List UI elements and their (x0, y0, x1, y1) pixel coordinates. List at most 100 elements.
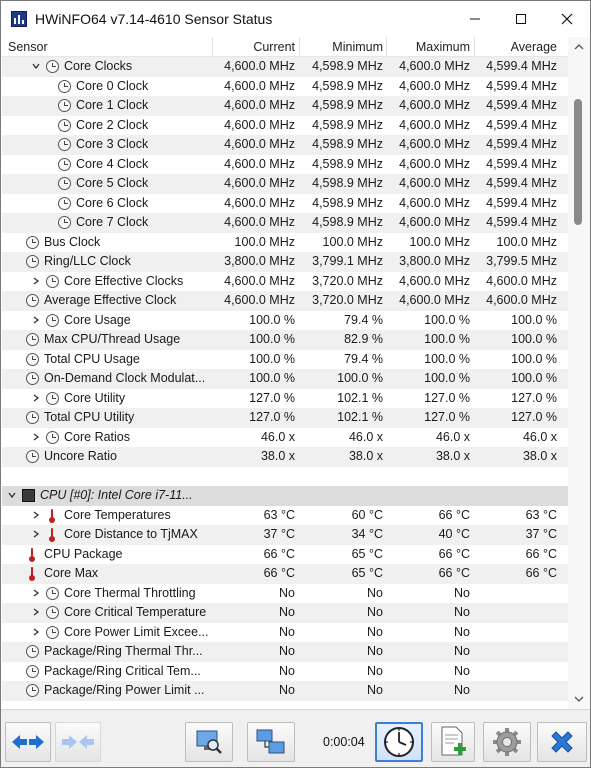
value-average: 4,599.4 MHz (486, 215, 557, 229)
table-row[interactable]: Package/Ring Critical Tem... No No No (2, 662, 568, 682)
column-header-average[interactable]: Average (476, 40, 557, 54)
nav-disabled-button[interactable] (55, 722, 101, 762)
value-average: 66 °C (525, 566, 557, 580)
value-current: No (279, 624, 295, 639)
nav-back-forward-button[interactable] (5, 722, 51, 762)
chevron-right-icon[interactable] (32, 530, 40, 538)
value-current: 66 °C (263, 566, 295, 580)
value-average: 4,599.4 MHz (486, 137, 557, 151)
close-window-button[interactable] (544, 1, 590, 37)
value-average: 63 °C (525, 507, 557, 522)
monitor-search-button[interactable] (185, 722, 233, 762)
table-row[interactable]: Core Critical Temperature No No No (2, 603, 568, 623)
table-row[interactable]: Core 7 Clock 4,600.0 MHz 4,598.9 MHz 4,600.… (2, 213, 568, 233)
column-header-current[interactable]: Current (214, 40, 295, 54)
value-maximum: 66 °C (438, 566, 470, 580)
chevron-down-icon[interactable] (32, 62, 40, 70)
title-bar[interactable]: HWiNFO64 v7.14-4610 Sensor Status (1, 1, 590, 37)
table-row[interactable]: Package/Ring Thermal Thr... No No No (2, 642, 568, 662)
table-row[interactable]: Core 5 Clock 4,600.0 MHz 4,598.9 MHz 4,600.… (2, 174, 568, 194)
settings-button[interactable] (483, 722, 531, 762)
value-maximum: 100.0 % (424, 371, 470, 385)
table-row[interactable]: Core 6 Clock 4,600.0 MHz 4,598.9 MHz 4,600.… (2, 194, 568, 214)
minimize-button[interactable] (452, 1, 498, 37)
sensor-label: Uncore Ratio (44, 449, 117, 463)
vertical-scrollbar[interactable] (568, 37, 590, 709)
table-row[interactable]: Uncore Ratio 38.0 x 38.0 x 38.0 x 38.0 x (2, 447, 568, 467)
value-average: 127.0 % (511, 390, 557, 405)
window-controls (452, 1, 590, 37)
sensor-label: Core 6 Clock (76, 195, 149, 210)
chevron-right-icon[interactable] (32, 627, 40, 636)
clock-icon (26, 684, 39, 697)
clock-icon (26, 294, 39, 307)
close-sensors-button[interactable] (537, 722, 587, 762)
value-minimum: No (367, 585, 383, 600)
column-header-maximum[interactable]: Maximum (388, 40, 470, 54)
table-row[interactable] (2, 467, 568, 487)
table-row[interactable]: Core Distance to TjMAX 37 °C 34 °C 40 °C 37 … (2, 525, 568, 545)
table-row[interactable]: Core Temperatures 63 °C 60 °C 66 °C 63 °C (2, 506, 568, 526)
table-row[interactable]: Core 2 Clock 4,600.0 MHz 4,598.9 MHz 4,600.… (2, 116, 568, 136)
clock-icon (58, 118, 71, 132)
table-row[interactable]: Core Clocks 4,600.0 MHz 4,598.9 MHz 4,600.0… (2, 57, 568, 77)
value-maximum: No (454, 624, 470, 639)
table-row[interactable]: Core 1 Clock 4,600.0 MHz 4,598.9 MHz 4,600.… (2, 96, 568, 116)
table-row[interactable]: Core Power Limit Excee... No No No (2, 623, 568, 643)
chevron-right-icon[interactable] (32, 588, 40, 597)
table-row[interactable]: Bus Clock 100.0 MHz 100.0 MHz 100.0 MHz 100.… (2, 233, 568, 253)
elapsed-timer: 0:00:04 (323, 735, 365, 749)
chevron-right-icon[interactable] (32, 608, 40, 616)
scrollbar-thumb[interactable] (574, 99, 582, 225)
chevron-right-icon[interactable] (32, 315, 40, 324)
table-row[interactable]: Core Max 66 °C 65 °C 66 °C 66 °C (2, 564, 568, 584)
table-row[interactable]: On-Demand Clock Modulat... 100.0 % 100.0 %… (2, 369, 568, 389)
monitor-search-icon (196, 730, 222, 754)
table-row[interactable]: Core Effective Clocks 4,600.0 MHz 3,720.0 … (2, 272, 568, 292)
table-row[interactable]: Total CPU Usage 100.0 % 79.4 % 100.0 % 100.0… (2, 350, 568, 370)
table-row[interactable]: Core 3 Clock 4,600.0 MHz 4,598.9 MHz 4,600.… (2, 135, 568, 155)
table-row[interactable]: Ring/LLC Clock 3,800.0 MHz 3,799.1 MHz 3,80… (2, 252, 568, 272)
clock-icon (58, 196, 71, 210)
chevron-right-icon[interactable] (32, 276, 40, 285)
clock-timer-button[interactable] (375, 722, 423, 762)
value-maximum: 4,600.0 MHz (399, 293, 470, 307)
value-maximum: 66 °C (438, 546, 470, 561)
table-row[interactable]: Core 0 Clock 4,600.0 MHz 4,598.9 MHz 4,600.… (2, 77, 568, 97)
value-average: 4,600.0 MHz (486, 273, 557, 288)
table-row[interactable]: Package/Ring Power Limit ... No No No (2, 681, 568, 701)
table-row[interactable]: CPU Package 66 °C 65 °C 66 °C 66 °C (2, 545, 568, 565)
column-header-sensor[interactable]: Sensor (8, 40, 48, 54)
value-current: 4,600.0 MHz (224, 78, 295, 93)
value-minimum: 34 °C (351, 527, 383, 541)
table-row[interactable]: Max CPU/Thread Usage 100.0 % 82.9 % 100.0 %… (2, 330, 568, 350)
value-average: 4,599.4 MHz (486, 195, 557, 210)
sensor-group-row[interactable]: CPU [#0]: Intel Core i7-11... (2, 486, 568, 506)
double-arrow-disabled-icon (62, 735, 94, 749)
maximize-icon (516, 14, 526, 24)
chevron-right-icon[interactable] (32, 510, 40, 519)
value-maximum: 4,600.0 MHz (399, 98, 470, 112)
table-row[interactable]: Average Effective Clock 4,600.0 MHz 3,720.… (2, 291, 568, 311)
chevron-down-icon[interactable] (8, 491, 16, 499)
value-average: 4,600.0 MHz (486, 293, 557, 307)
table-row[interactable]: Core Thermal Throttling No No No (2, 584, 568, 604)
table-row[interactable]: Core Utility 127.0 % 102.1 % 127.0 % 127.0 % (2, 389, 568, 409)
value-minimum: 65 °C (351, 546, 383, 561)
network-button[interactable] (247, 722, 295, 762)
sensor-label: Core 7 Clock (76, 215, 149, 229)
maximize-button[interactable] (498, 1, 544, 37)
value-average: 4,599.4 MHz (486, 98, 557, 112)
table-row[interactable]: Core 4 Clock 4,600.0 MHz 4,598.9 MHz 4,600.… (2, 155, 568, 175)
table-row[interactable]: Core Ratios 46.0 x 46.0 x 46.0 x 46.0 x (2, 428, 568, 448)
add-log-button[interactable] (431, 722, 475, 762)
table-row[interactable]: Total CPU Utility 127.0 % 102.1 % 127.0 % 12… (2, 408, 568, 428)
value-maximum: 3,800.0 MHz (399, 254, 470, 268)
window-title: HWiNFO64 v7.14-4610 Sensor Status (35, 11, 273, 27)
sensor-label: Core 3 Clock (76, 137, 149, 151)
value-current: 100.0 % (249, 371, 295, 385)
column-header-minimum[interactable]: Minimum (301, 40, 383, 54)
chevron-right-icon[interactable] (32, 393, 40, 402)
table-row[interactable]: Core Usage 100.0 % 79.4 % 100.0 % 100.0 % (2, 311, 568, 331)
chevron-right-icon[interactable] (32, 432, 40, 441)
